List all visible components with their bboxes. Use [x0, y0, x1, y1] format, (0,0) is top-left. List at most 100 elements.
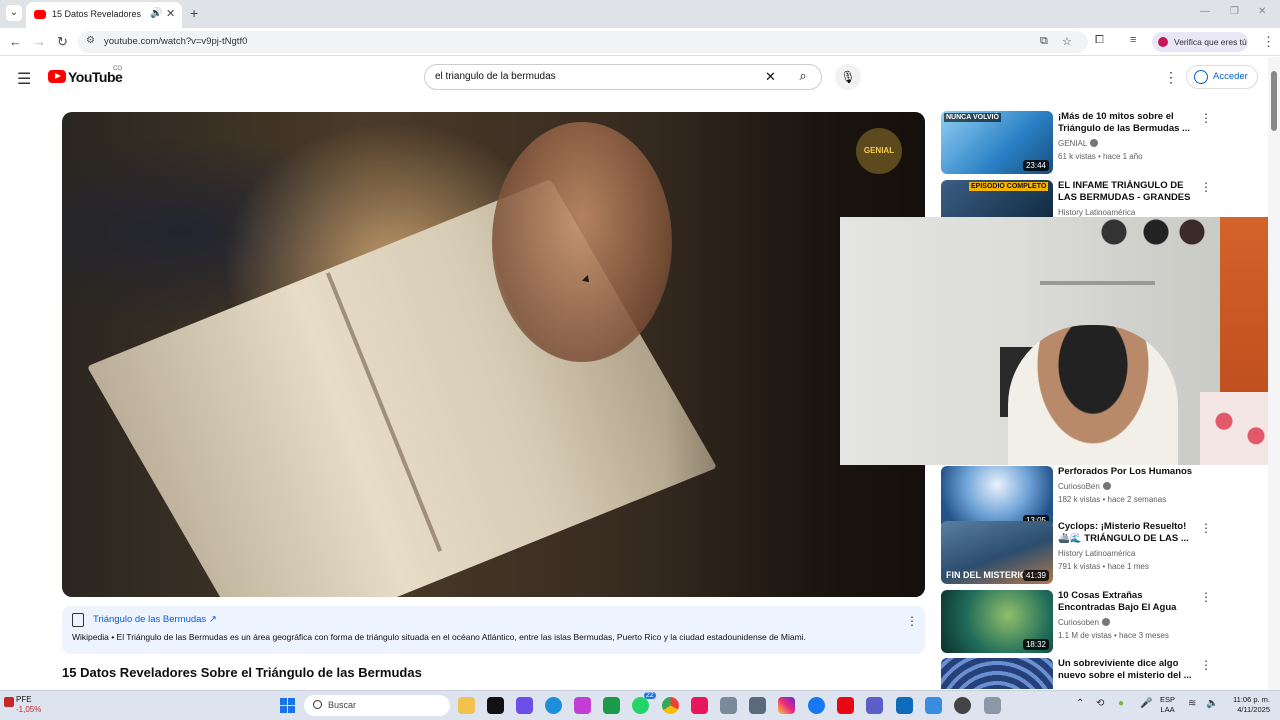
- forward-arrow-icon[interactable]: →: [33, 34, 46, 49]
- recommendation-kebab-icon[interactable]: ⋮: [1200, 658, 1212, 672]
- minimize-icon[interactable]: —: [1200, 6, 1210, 17]
- recommendation-title[interactable]: Un sobreviviente dice algo nuevo sobre e…: [1058, 658, 1194, 682]
- info-panel: Triángulo de las Bermudas ↗ Wikipedia • …: [62, 606, 925, 654]
- recommendation-channel[interactable]: History Latinoamérica: [1058, 549, 1135, 558]
- recommendation-channel[interactable]: Curiosoben: [1058, 618, 1110, 627]
- file-explorer-icon[interactable]: [458, 697, 475, 714]
- verified-icon: [1101, 618, 1110, 626]
- info-panel-link[interactable]: Triángulo de las Bermudas ↗: [93, 614, 217, 625]
- new-tab-button[interactable]: +: [190, 5, 198, 21]
- reading-list-icon[interactable]: ≡: [1130, 34, 1136, 46]
- recommendation-kebab-icon[interactable]: ⋮: [1200, 590, 1212, 604]
- reload-icon[interactable]: ↻: [57, 34, 68, 50]
- clear-search-icon[interactable]: ✕: [765, 69, 776, 85]
- recommendation-title[interactable]: EL INFAME TRIÁNGULO DE LAS BERMUDAS - GR…: [1058, 180, 1194, 204]
- recommendation-title[interactable]: Cyclops: ¡Misterio Resuelto! 🚢🌊 TRIÁNGUL…: [1058, 521, 1194, 545]
- whatsapp-icon[interactable]: [632, 697, 649, 714]
- speaker-icon[interactable]: 🔊: [150, 8, 162, 19]
- tray-app-icon[interactable]: ●: [1118, 698, 1124, 709]
- recommendation-thumbnail[interactable]: NUNCA VOLVIÓ 23:44: [941, 111, 1053, 174]
- recommendation-item[interactable]: NUNCA VOLVIÓ 23:44 ¡Más de 10 mitos sobr…: [941, 111, 1221, 175]
- stock-widget[interactable]: PFE -1,05%: [16, 695, 41, 715]
- microphone-icon[interactable]: 🎙: [835, 64, 861, 90]
- youtube-header: ☰ YouTube CO el triangulo de la bermudas…: [0, 57, 1268, 97]
- clock-time: 11:06 p. m.: [1233, 695, 1270, 704]
- sign-in-button[interactable]: Acceder: [1186, 65, 1258, 89]
- install-app-icon[interactable]: ⧉: [1040, 35, 1048, 48]
- search-icon[interactable]: ⌕: [793, 68, 813, 86]
- recommendation-title[interactable]: Perforados Por Los Humanos: [1058, 466, 1194, 478]
- taskbar-search-icon: [313, 700, 322, 709]
- tray-mic-icon[interactable]: 🎤: [1140, 698, 1152, 709]
- teams-icon[interactable]: [866, 697, 883, 714]
- store-icon[interactable]: [925, 697, 942, 714]
- stock-widget-icon[interactable]: [4, 697, 14, 707]
- recommendation-thumbnail[interactable]: 13:05: [941, 466, 1053, 529]
- copilot-icon[interactable]: [574, 697, 591, 714]
- recommendation-channel[interactable]: History Latinoamérica: [1058, 208, 1135, 217]
- browser-tab[interactable]: 15 Datos Reveladores Sobre 🔊 ✕: [26, 2, 182, 28]
- outlook-icon[interactable]: [896, 697, 913, 714]
- bookmark-star-icon[interactable]: ☆: [1062, 35, 1072, 48]
- recommendation-thumbnail[interactable]: FIN DEL MISTERIO 41:39: [941, 521, 1053, 584]
- maximize-icon[interactable]: ❐: [1230, 6, 1239, 17]
- video-duration: 18:32: [1022, 639, 1049, 650]
- recommendation-thumbnail[interactable]: 18:32: [941, 590, 1053, 653]
- windows-start-icon[interactable]: [280, 698, 295, 713]
- video-player[interactable]: GENIAL: [62, 112, 925, 597]
- info-panel-kebab-icon[interactable]: ⋮: [906, 614, 918, 628]
- verify-profile-button[interactable]: Verifica que eres tú: [1152, 32, 1248, 52]
- tray-volume-icon[interactable]: 🔈: [1206, 698, 1218, 709]
- site-info-icon[interactable]: ⚙: [86, 35, 95, 46]
- kick-icon[interactable]: [603, 697, 620, 714]
- stock-ticker: PFE: [16, 695, 32, 704]
- settings-kebab-icon[interactable]: ⋮: [1164, 69, 1178, 86]
- recommendation-kebab-icon[interactable]: ⋮: [1200, 521, 1212, 535]
- app-sparkle-icon[interactable]: [516, 697, 533, 714]
- hamburger-menu-icon[interactable]: ☰: [17, 69, 31, 89]
- recommendation-kebab-icon[interactable]: ⋮: [1200, 180, 1212, 194]
- tray-wifi-icon[interactable]: ≋: [1188, 698, 1196, 709]
- recommendation-channel[interactable]: CuriosoBen: [1058, 482, 1111, 491]
- recommendation-channel[interactable]: GENIAL: [1058, 139, 1099, 148]
- recommendation-item[interactable]: Un sobreviviente dice algo nuevo sobre e…: [941, 658, 1221, 689]
- video-title: 15 Datos Reveladores Sobre el Triángulo …: [62, 665, 422, 680]
- channel-name: CuriosoBen: [1058, 482, 1100, 491]
- netflix-icon[interactable]: [837, 697, 854, 714]
- taskbar-search-input[interactable]: Buscar: [304, 695, 450, 716]
- page-scrollbar[interactable]: [1268, 57, 1280, 690]
- address-bar[interactable]: ⚙ youtube.com/watch?v=v9pj-tNgtf0 ⧉ ☆: [78, 31, 1088, 53]
- extensions-icon[interactable]: ⧠: [1095, 34, 1104, 47]
- settings-gear-icon[interactable]: [984, 697, 1001, 714]
- recommendation-thumbnail[interactable]: [941, 658, 1053, 689]
- recommendation-title[interactable]: ¡Más de 10 mitos sobre el Triángulo de l…: [1058, 111, 1194, 135]
- language-indicator[interactable]: ESP LAA: [1160, 695, 1175, 715]
- facebook-icon[interactable]: [808, 697, 825, 714]
- tiktok-studio-icon[interactable]: [691, 697, 708, 714]
- recommendation-item[interactable]: 18:32 10 Cosas Extrañas Encontradas Bajo…: [941, 590, 1221, 654]
- thumbnail-caption: FIN DEL MISTERIO: [946, 570, 1027, 580]
- taskbar-clock[interactable]: 11:06 p. m. 4/11/2025: [1226, 695, 1270, 715]
- back-arrow-icon[interactable]: ←: [9, 34, 22, 49]
- browser-menu-icon[interactable]: ⋮: [1262, 34, 1275, 50]
- close-window-icon[interactable]: ✕: [1258, 6, 1266, 17]
- scrollbar-thumb[interactable]: [1271, 71, 1277, 131]
- tab-search-chevron-icon[interactable]: ⌄: [6, 5, 22, 21]
- recommendation-meta: 61 k vistas • hace 1 año: [1058, 152, 1143, 161]
- youtube-favicon-icon: [34, 10, 46, 19]
- recommendation-kebab-icon[interactable]: ⋮: [1200, 111, 1212, 125]
- edge-browser-icon[interactable]: [545, 697, 562, 714]
- tiktok-icon[interactable]: [487, 697, 504, 714]
- stock-change: -1,05%: [16, 705, 42, 714]
- calculator-icon[interactable]: [749, 697, 766, 714]
- chrome-icon[interactable]: [662, 697, 679, 714]
- obs-icon[interactable]: [954, 697, 971, 714]
- tray-network-icon[interactable]: ⟲: [1096, 698, 1104, 709]
- instagram-icon[interactable]: [778, 697, 795, 714]
- close-tab-icon[interactable]: ✕: [166, 7, 175, 20]
- tray-chevron-up-icon[interactable]: ⌃: [1076, 698, 1084, 709]
- camera-icon[interactable]: [720, 697, 737, 714]
- recommendation-title[interactable]: 10 Cosas Extrañas Encontradas Bajo El Ag…: [1058, 590, 1194, 614]
- recommendation-item[interactable]: FIN DEL MISTERIO 41:39 Cyclops: ¡Misteri…: [941, 521, 1221, 585]
- search-input[interactable]: el triangulo de la bermudas ✕ ⌕: [424, 64, 822, 90]
